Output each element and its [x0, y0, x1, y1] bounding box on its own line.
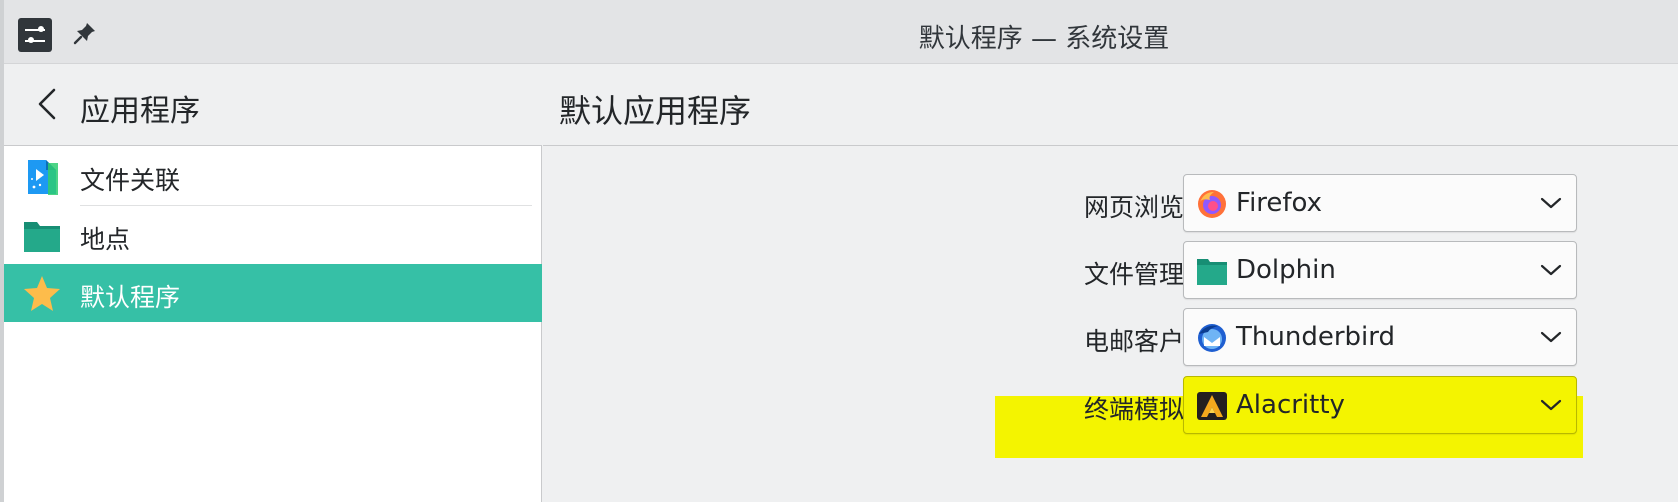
sidebar-item-default-applications[interactable]: 默认程序: [4, 264, 542, 322]
setting-row-terminal-emulator: 终端模拟器： Alacritty: [543, 376, 1678, 436]
firefox-icon: [1196, 188, 1228, 220]
sidebar: 应用程序 文件关联 地点 默认程序: [4, 64, 542, 502]
back-button[interactable]: [28, 82, 70, 126]
sidebar-item-label: 地点: [80, 225, 131, 254]
dolphin-folder-icon: [1196, 255, 1228, 287]
chevron-down-icon: [1540, 264, 1562, 276]
setting-row-email-client: 电邮客户端： Thunderbird: [543, 308, 1678, 368]
sidebar-title: 应用程序: [80, 94, 200, 129]
combo-value: Thunderbird: [1236, 322, 1395, 352]
window-title: 默认程序 — 系统设置: [918, 24, 1170, 54]
web-browser-select[interactable]: Firefox: [1183, 174, 1577, 232]
setting-row-file-manager: 文件管理器： Dolphin: [543, 241, 1678, 301]
setting-row-web-browser: 网页浏览器： Firefox: [543, 174, 1678, 234]
sidebar-item-locations[interactable]: 地点: [4, 206, 542, 264]
chevron-down-icon: [1540, 331, 1562, 343]
combo-value: Firefox: [1236, 188, 1323, 218]
main-header: 默认应用程序: [543, 64, 1678, 146]
sidebar-item-label: 默认程序: [80, 283, 181, 312]
star-icon: [22, 274, 62, 314]
title-bar[interactable]: 默认程序 — 系统设置: [4, 0, 1678, 64]
email-client-select[interactable]: Thunderbird: [1183, 308, 1577, 366]
settings-window: 默认程序 — 系统设置 应用程序 文件关联 地点 默认程序 默认应用程序 网页浏…: [4, 0, 1678, 502]
file-associations-icon: [22, 157, 62, 197]
file-manager-select[interactable]: Dolphin: [1183, 241, 1577, 299]
page-title: 默认应用程序: [559, 92, 752, 130]
terminal-emulator-select[interactable]: Alacritty: [1183, 376, 1577, 434]
combo-value: Dolphin: [1236, 255, 1336, 285]
thunderbird-icon: [1196, 322, 1228, 354]
chevron-down-icon: [1540, 399, 1562, 411]
sidebar-item-label: 文件关联: [80, 166, 181, 195]
sidebar-item-file-associations[interactable]: 文件关联: [4, 147, 542, 205]
folder-icon: [22, 216, 62, 256]
combo-value: Alacritty: [1236, 390, 1345, 420]
sidebar-header: 应用程序: [4, 64, 542, 146]
chevron-down-icon: [1540, 197, 1562, 209]
chevron-left-icon: [38, 88, 56, 120]
alacritty-icon: [1196, 390, 1228, 422]
main-panel: 默认应用程序 网页浏览器： Firefox 文件管理器： Dolphin 电邮客…: [543, 64, 1678, 502]
